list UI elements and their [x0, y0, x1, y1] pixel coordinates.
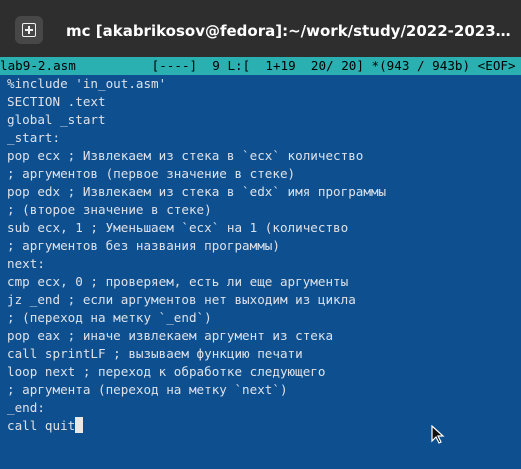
code-line[interactable]: SECTION .text — [0, 93, 521, 111]
code-line[interactable]: _start: — [0, 129, 521, 147]
code-line[interactable]: %include 'in_out.asm' — [0, 75, 521, 93]
window-title: mc [akabrikosov@fedora]:~/work/study/202… — [66, 22, 516, 40]
code-line[interactable]: global _start — [0, 111, 521, 129]
code-line-text: pop eax ; иначе извлекаем аргумент из ст… — [7, 328, 334, 343]
code-line-text: global _start — [7, 112, 106, 127]
code-line[interactable]: ; (второе значение в стеке) — [0, 201, 521, 219]
code-line-text: call sprintLF ; вызываем функцию печати — [7, 346, 303, 361]
code-line-text: _start: — [7, 130, 61, 145]
mouse-pointer-icon — [431, 425, 445, 444]
code-line-text: _end: — [7, 400, 45, 415]
code-line[interactable]: loop next ; переход к обработке следующе… — [0, 363, 521, 381]
code-line-text: loop next ; переход к обработке следующе… — [7, 364, 326, 379]
code-line[interactable]: pop ecx ; Извлекаем из стека в `ecx` кол… — [0, 147, 521, 165]
code-line[interactable]: ; аргумента (переход на метку `next`) — [0, 381, 521, 399]
code-line-text: pop edx ; Извлекаем из стека в `edx` имя… — [7, 184, 387, 199]
code-line-text: ; (второе значение в стеке) — [7, 202, 212, 217]
code-line-text: %include 'in_out.asm' — [7, 76, 167, 91]
terminal-window: mc [akabrikosov@fedora]:~/work/study/202… — [0, 0, 521, 469]
code-line[interactable]: _end: — [0, 399, 521, 417]
code-lines[interactable]: %include 'in_out.asm' SECTION .text global… — [0, 75, 521, 435]
code-line-text: cmp ecx, 0 ; проверяем, есть ли еще аргу… — [7, 274, 349, 289]
code-line[interactable]: call sprintLF ; вызываем функцию печати — [0, 345, 521, 363]
code-line[interactable]: pop edx ; Извлекаем из стека в `edx` имя… — [0, 183, 521, 201]
text-cursor — [75, 417, 84, 433]
code-line-text: next: — [7, 256, 45, 271]
code-line[interactable]: next: — [0, 255, 521, 273]
code-line[interactable]: ; аргументов без названия программы) — [0, 237, 521, 255]
code-line[interactable]: pop eax ; иначе извлекаем аргумент из ст… — [0, 327, 521, 345]
code-line-text: sub ecx, 1 ; Уменьшаем `ecx` на 1 (колич… — [7, 220, 349, 235]
code-line[interactable]: sub ecx, 1 ; Уменьшаем `ecx` на 1 (колич… — [0, 219, 521, 237]
code-line[interactable]: cmp ecx, 0 ; проверяем, есть ли еще аргу… — [0, 273, 521, 291]
code-line[interactable]: jz _end ; если аргументов нет выходим из… — [0, 291, 521, 309]
code-line-text: ; (переход на метку `_end`) — [7, 310, 212, 325]
code-line-text: jz _end ; если аргументов нет выходим из… — [7, 292, 356, 307]
code-line-text: ; аргументов без названия программы) — [7, 238, 280, 253]
new-tab-button[interactable] — [15, 16, 43, 44]
code-line-text: ; аргументов (первое значение в стеке) — [7, 166, 296, 181]
code-line[interactable]: ; (переход на метку `_end`) — [0, 309, 521, 327]
code-line-text: pop ecx ; Извлекаем из стека в `ecx` кол… — [7, 148, 364, 163]
code-line[interactable]: ; аргументов (первое значение в стеке) — [0, 165, 521, 183]
editor-area[interactable]: lab9-2.asm [----] 9 L:[ 1+19 20/ 20] *(9… — [0, 57, 521, 469]
code-line-text: call quit — [7, 418, 76, 433]
code-line-text: ; аргумента (переход на метку `next`) — [7, 382, 288, 397]
code-line-text: SECTION .text — [7, 94, 106, 109]
editor-status-bar: lab9-2.asm [----] 9 L:[ 1+19 20/ 20] *(9… — [0, 57, 521, 75]
title-bar: mc [akabrikosov@fedora]:~/work/study/202… — [0, 0, 521, 58]
